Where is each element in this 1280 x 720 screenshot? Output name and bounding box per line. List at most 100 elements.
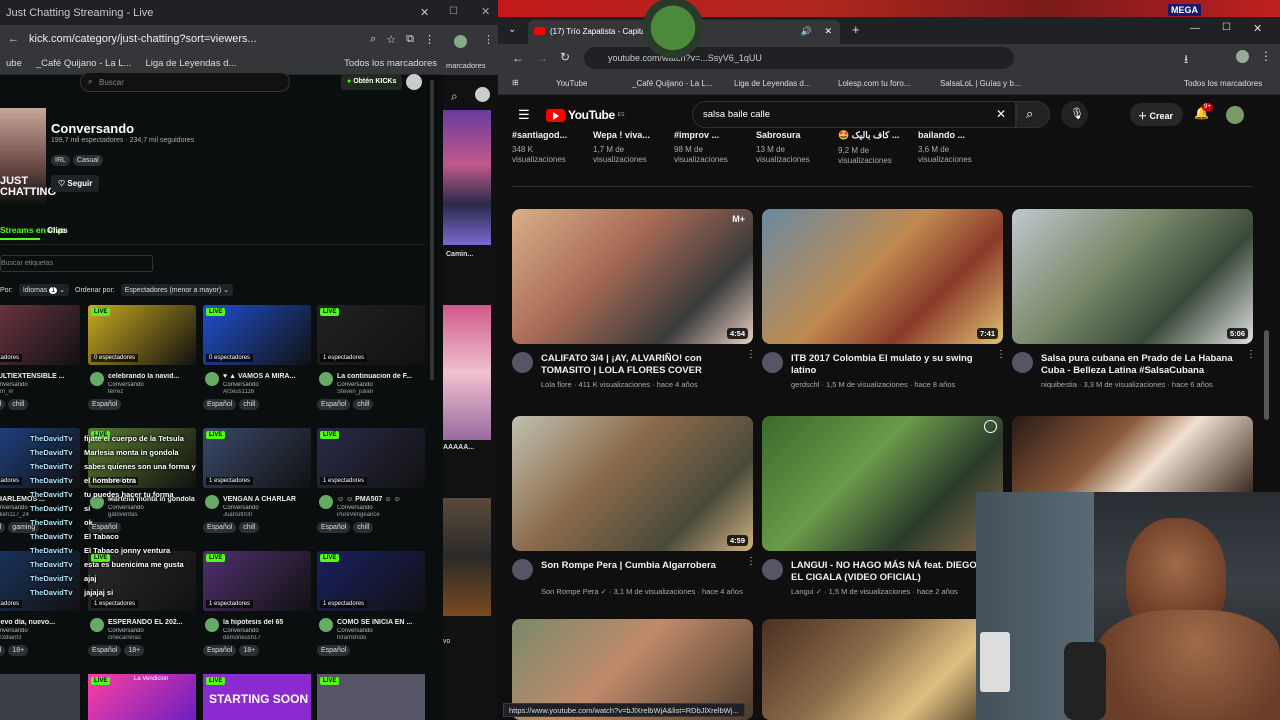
channel-name[interactable]: Lola flore xyxy=(541,380,572,389)
video-thumbnail[interactable] xyxy=(1012,416,1253,492)
sidebar-thumbnail[interactable] xyxy=(443,498,491,616)
video-card[interactable]: 4:59 Son Rompe Pera | Cumbia Algarrobera S… xyxy=(512,416,756,601)
stream-thumbnail[interactable] xyxy=(0,674,80,720)
hamburger-icon[interactable]: ☰ xyxy=(518,107,530,123)
streamer-name[interactable]: Steven_julian xyxy=(337,389,425,395)
stream-title[interactable]: ♥ ▲ VAMOS A MIRA... xyxy=(223,373,311,380)
avatar[interactable] xyxy=(1226,106,1244,124)
star-icon[interactable]: ☆ xyxy=(386,33,396,46)
short-item[interactable]: 🤩 کاف بالیک ... 9,2 M de visualizaciones xyxy=(838,130,916,165)
back-icon[interactable]: ← xyxy=(8,33,19,45)
stream-card[interactable]: LIVE0 espectadores MULTIEXTENSIBLE ... Con… xyxy=(0,305,80,410)
bookmark-item[interactable]: YouTube xyxy=(556,79,587,88)
close-icon[interactable]: ✕ xyxy=(824,26,832,37)
stream-title[interactable]: La continuacion de F... xyxy=(337,373,425,380)
stream-category[interactable]: Conversando xyxy=(337,628,425,634)
more-options-icon[interactable]: ⋮ xyxy=(996,350,1006,360)
scrollbar[interactable] xyxy=(1264,330,1269,420)
bookmark-item[interactable]: _Café Quijano - La L... xyxy=(632,79,713,88)
stream-card[interactable]: LIVE 0 espectadores celebrando la navid...… xyxy=(88,305,196,410)
short-title[interactable]: 🤩 کاف بالیک ... xyxy=(838,130,916,141)
stream-title[interactable]: celebrando la navid... xyxy=(108,373,196,380)
video-card[interactable]: LANGUI - NO HAGO MÁS NÁ feat. DIEGO EL C… xyxy=(762,416,1006,601)
video-card[interactable]: 7:41 ITB 2017 Colombia El mulato y su swi… xyxy=(762,209,1006,394)
more-options-icon[interactable]: ⋮ xyxy=(1246,350,1256,360)
channel-name[interactable]: gerdschl xyxy=(791,380,819,389)
stream-thumbnail[interactable]: LIVE0 espectadores xyxy=(203,305,311,365)
stream-category[interactable]: Conversando xyxy=(108,382,196,388)
maximize-icon[interactable]: ☐ xyxy=(1222,22,1231,33)
back-icon[interactable]: ← xyxy=(512,51,524,65)
sidebar-thumbnail[interactable] xyxy=(443,305,491,440)
short-title[interactable]: Wepa ! viva... xyxy=(593,130,671,140)
short-item[interactable]: Wepa ! viva... 1,7 M de visualizaciones xyxy=(593,130,671,164)
yt-search-input[interactable]: salsa baile calle ✕ xyxy=(692,101,1016,128)
voice-search-button[interactable]: 🎙 xyxy=(1061,101,1088,128)
tag-chip[interactable]: Español xyxy=(88,645,122,656)
stream-category[interactable]: Conversando xyxy=(337,382,425,388)
streamer-name[interactable]: PureVengeance xyxy=(337,512,425,518)
stream-category[interactable]: Conversando xyxy=(0,382,80,388)
avatar[interactable] xyxy=(319,372,333,386)
avatar[interactable] xyxy=(90,372,104,386)
tag-chip[interactable]: chill xyxy=(239,522,260,533)
tag-chip[interactable]: 18+ xyxy=(124,645,145,656)
tag-chip[interactable]: Español xyxy=(317,522,351,533)
tag-chip[interactable]: Español xyxy=(203,645,237,656)
bookmark-item[interactable]: _Café Quijano - La L... xyxy=(36,58,132,69)
tag-chip[interactable]: Español xyxy=(0,645,6,656)
tab-list-icon[interactable]: ⌄ xyxy=(508,24,516,35)
streamer-name[interactable]: demonkush17 xyxy=(223,635,311,641)
stream-thumbnail[interactable]: LIVE1 espectadores xyxy=(203,551,311,611)
bookmark-item[interactable]: Lolesp.com tu foro... xyxy=(838,79,910,88)
bookmark-item[interactable]: SalsaLoL | Guías y b... xyxy=(940,79,1021,88)
stream-thumbnail[interactable]: LIVE La Vendicion xyxy=(88,674,196,720)
kick-search-input[interactable]: ⌕ Buscar xyxy=(80,72,290,92)
stream-title[interactable]: VENGAN A CHARLAR xyxy=(223,496,311,503)
avatar[interactable] xyxy=(512,352,533,373)
short-title[interactable]: Sabrosura xyxy=(756,130,834,140)
tag-chip[interactable]: 18+ xyxy=(239,645,260,656)
video-thumbnail[interactable] xyxy=(762,416,1003,551)
tag-chip[interactable]: IRL xyxy=(51,155,70,166)
bookmark-item[interactable]: Liga de Leyendas d... xyxy=(145,58,236,69)
close-icon[interactable]: ✕ xyxy=(481,5,490,18)
short-title[interactable]: #santiagod... xyxy=(512,130,590,140)
video-title[interactable]: Son Rompe Pera | Cumbia Algarrobera xyxy=(541,560,741,572)
forward-icon[interactable]: → xyxy=(536,51,548,65)
streamer-name[interactable]: terrez xyxy=(108,389,196,395)
tag-chip[interactable]: Español xyxy=(317,399,351,410)
stream-thumbnail[interactable]: LIVE0 espectadores xyxy=(0,305,80,365)
stream-card[interactable]: LIVE 1 espectadores COMO SE INICIA EN ... C… xyxy=(317,551,425,656)
tag-chip[interactable]: chill xyxy=(353,522,374,533)
video-thumbnail[interactable]: 7:41 xyxy=(762,209,1003,344)
tag-chip[interactable]: Español xyxy=(0,399,6,410)
close-icon[interactable]: ✕ xyxy=(420,6,429,19)
tag-chip[interactable]: chill xyxy=(8,399,29,410)
stream-category[interactable]: Conversando xyxy=(337,505,425,511)
video-thumbnail[interactable]: 5:06 xyxy=(1012,209,1253,344)
streamer-name[interactable]: olem_vr xyxy=(0,389,80,395)
stream-card[interactable]: LIVE 1 espectadores VENGAN A CHARLAR Conver… xyxy=(203,428,311,533)
apps-icon[interactable]: ⊞ xyxy=(512,78,519,87)
tag-search-input[interactable]: Buscar etiquetas xyxy=(0,255,153,272)
extensions-icon[interactable]: ⧉ xyxy=(406,33,414,46)
close-window-icon[interactable]: ✕ xyxy=(1253,22,1262,35)
menu-icon[interactable]: ⋮ xyxy=(1260,49,1272,63)
video-thumbnail[interactable]: M+ 4:54 xyxy=(512,209,753,344)
stream-title[interactable]: MULTIEXTENSIBLE ... xyxy=(0,373,80,380)
follow-button[interactable]: ♡ Seguir xyxy=(51,175,100,192)
stream-card[interactable]: LIVE 1 espectadores ☺ ☺ PMA507 ☺ ☺ Conversa… xyxy=(317,428,425,533)
short-item[interactable]: Sabrosura 13 M de visualizaciones xyxy=(756,130,834,164)
language-filter[interactable]: Idiomas 1 ⌄ xyxy=(18,284,70,296)
video-title[interactable]: ITB 2017 Colombia El mulato y su swing l… xyxy=(791,353,991,377)
avatar[interactable] xyxy=(406,74,422,90)
sidebar-thumbnails[interactable] xyxy=(443,110,491,245)
bookmarks-all[interactable]: Todos los marcadores xyxy=(344,58,437,69)
new-tab-icon[interactable]: + xyxy=(852,22,860,37)
avatar[interactable] xyxy=(205,372,219,386)
video-thumbnail[interactable]: 4:59 xyxy=(512,416,753,551)
avatar[interactable] xyxy=(762,559,783,580)
short-item[interactable]: bailando ... 3,6 M de visualizaciones xyxy=(918,130,996,164)
reload-icon[interactable]: ↻ xyxy=(560,50,570,64)
